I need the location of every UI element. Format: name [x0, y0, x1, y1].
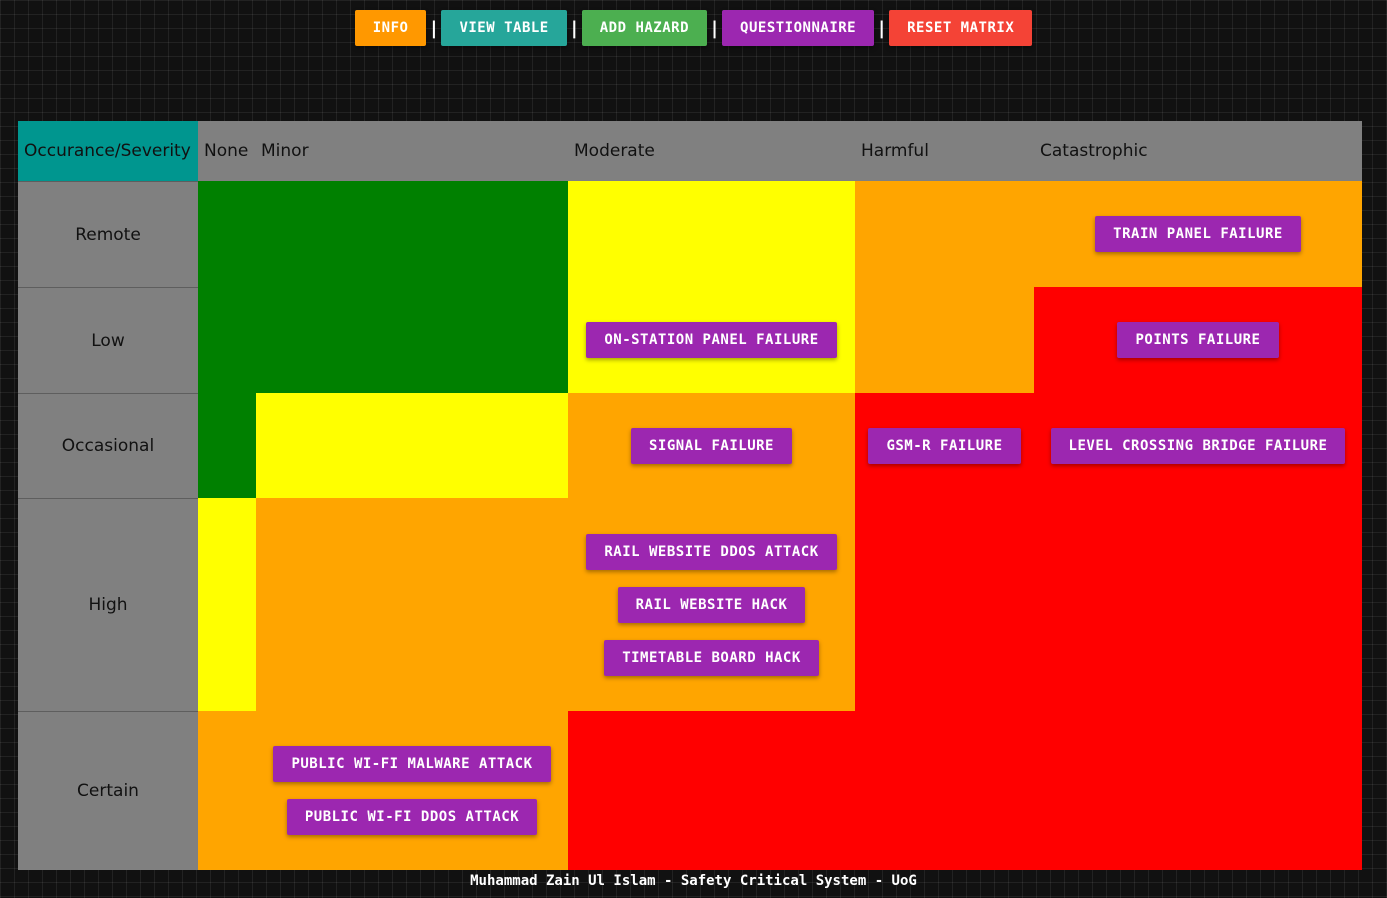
- toolbar: INFO | VIEW TABLE | ADD HAZARD | QUESTIO…: [0, 10, 1387, 46]
- hazard-rail-website-ddos-attack[interactable]: RAIL WEBSITE DDOS ATTACK: [586, 533, 837, 570]
- cell-occasional-harmful[interactable]: GSM-R FAILURE: [855, 393, 1034, 498]
- row-label-low: Low: [18, 287, 198, 393]
- reset-matrix-button[interactable]: RESET MATRIX: [889, 10, 1033, 46]
- cell-remote-moderate[interactable]: [568, 181, 855, 287]
- cell-remote-catastrophic[interactable]: TRAIN PANEL FAILURE: [1034, 181, 1362, 287]
- cell-occasional-catastrophic[interactable]: LEVEL CROSSING BRIDGE FAILURE: [1034, 393, 1362, 498]
- cell-remote-none[interactable]: [198, 181, 256, 287]
- cell-high-catastrophic[interactable]: [1034, 498, 1362, 711]
- row-label-certain: Certain: [18, 711, 198, 870]
- cell-low-catastrophic[interactable]: POINTS FAILURE: [1034, 287, 1362, 393]
- hazard-level-crossing-bridge-failure[interactable]: LEVEL CROSSING BRIDGE FAILURE: [1050, 427, 1346, 464]
- footer-credit: Muhammad Zain Ul Islam - Safety Critical…: [470, 873, 917, 889]
- hazard-points-failure[interactable]: POINTS FAILURE: [1117, 322, 1279, 358]
- cell-low-moderate[interactable]: ON-STATION PANEL FAILURE: [568, 287, 855, 393]
- cell-certain-none[interactable]: [198, 711, 256, 870]
- cell-high-none[interactable]: [198, 498, 256, 711]
- cell-remote-minor[interactable]: [256, 181, 568, 287]
- cell-occasional-minor[interactable]: [256, 393, 568, 498]
- matrix-corner-header: Occurance/Severity: [18, 121, 198, 181]
- column-header-harmful: Harmful: [855, 121, 1034, 181]
- column-header-moderate: Moderate: [568, 121, 855, 181]
- cell-remote-harmful[interactable]: [855, 181, 1034, 287]
- risk-matrix: Occurance/Severity None Minor Moderate H…: [18, 121, 1362, 870]
- cell-low-harmful[interactable]: [855, 287, 1034, 393]
- hazard-timetable-board-hack[interactable]: TIMETABLE BOARD HACK: [604, 639, 819, 676]
- toolbar-separator: |: [570, 17, 578, 39]
- column-header-catastrophic: Catastrophic: [1034, 121, 1362, 181]
- view-table-button[interactable]: VIEW TABLE: [441, 10, 567, 46]
- cell-certain-minor[interactable]: PUBLIC WI-FI MALWARE ATTACK PUBLIC WI-FI…: [256, 711, 568, 870]
- cell-certain-moderate[interactable]: [568, 711, 855, 870]
- hazard-rail-website-hack[interactable]: RAIL WEBSITE HACK: [617, 586, 806, 623]
- cell-high-minor[interactable]: [256, 498, 568, 711]
- toolbar-separator: |: [430, 17, 438, 39]
- cell-occasional-moderate[interactable]: SIGNAL FAILURE: [568, 393, 855, 498]
- hazard-train-panel-failure[interactable]: TRAIN PANEL FAILURE: [1095, 216, 1301, 252]
- cell-low-none[interactable]: [198, 287, 256, 393]
- cell-high-harmful[interactable]: [855, 498, 1034, 711]
- hazard-on-station-panel-failure[interactable]: ON-STATION PANEL FAILURE: [586, 322, 837, 358]
- info-button[interactable]: INFO: [354, 10, 427, 46]
- hazard-public-wifi-malware-attack[interactable]: PUBLIC WI-FI MALWARE ATTACK: [273, 746, 551, 782]
- hazard-signal-failure[interactable]: SIGNAL FAILURE: [630, 427, 792, 464]
- toolbar-separator: |: [878, 17, 885, 39]
- cell-high-moderate[interactable]: RAIL WEBSITE DDOS ATTACK RAIL WEBSITE HA…: [568, 498, 855, 711]
- cell-low-minor[interactable]: [256, 287, 568, 393]
- row-label-occasional: Occasional: [18, 393, 198, 498]
- add-hazard-button[interactable]: ADD HAZARD: [581, 10, 708, 46]
- row-label-high: High: [18, 498, 198, 711]
- cell-certain-harmful[interactable]: [855, 711, 1034, 870]
- hazard-gsm-r-failure[interactable]: GSM-R FAILURE: [868, 427, 1021, 464]
- hazard-public-wifi-ddos-attack[interactable]: PUBLIC WI-FI DDOS ATTACK: [286, 799, 538, 835]
- column-header-none: None: [198, 121, 256, 181]
- row-label-remote: Remote: [18, 181, 198, 287]
- questionnaire-button[interactable]: QUESTIONNAIRE: [722, 10, 875, 46]
- column-header-minor: Minor: [256, 121, 568, 181]
- cell-occasional-none[interactable]: [198, 393, 256, 498]
- toolbar-separator: |: [711, 17, 718, 39]
- cell-certain-catastrophic[interactable]: [1034, 711, 1362, 870]
